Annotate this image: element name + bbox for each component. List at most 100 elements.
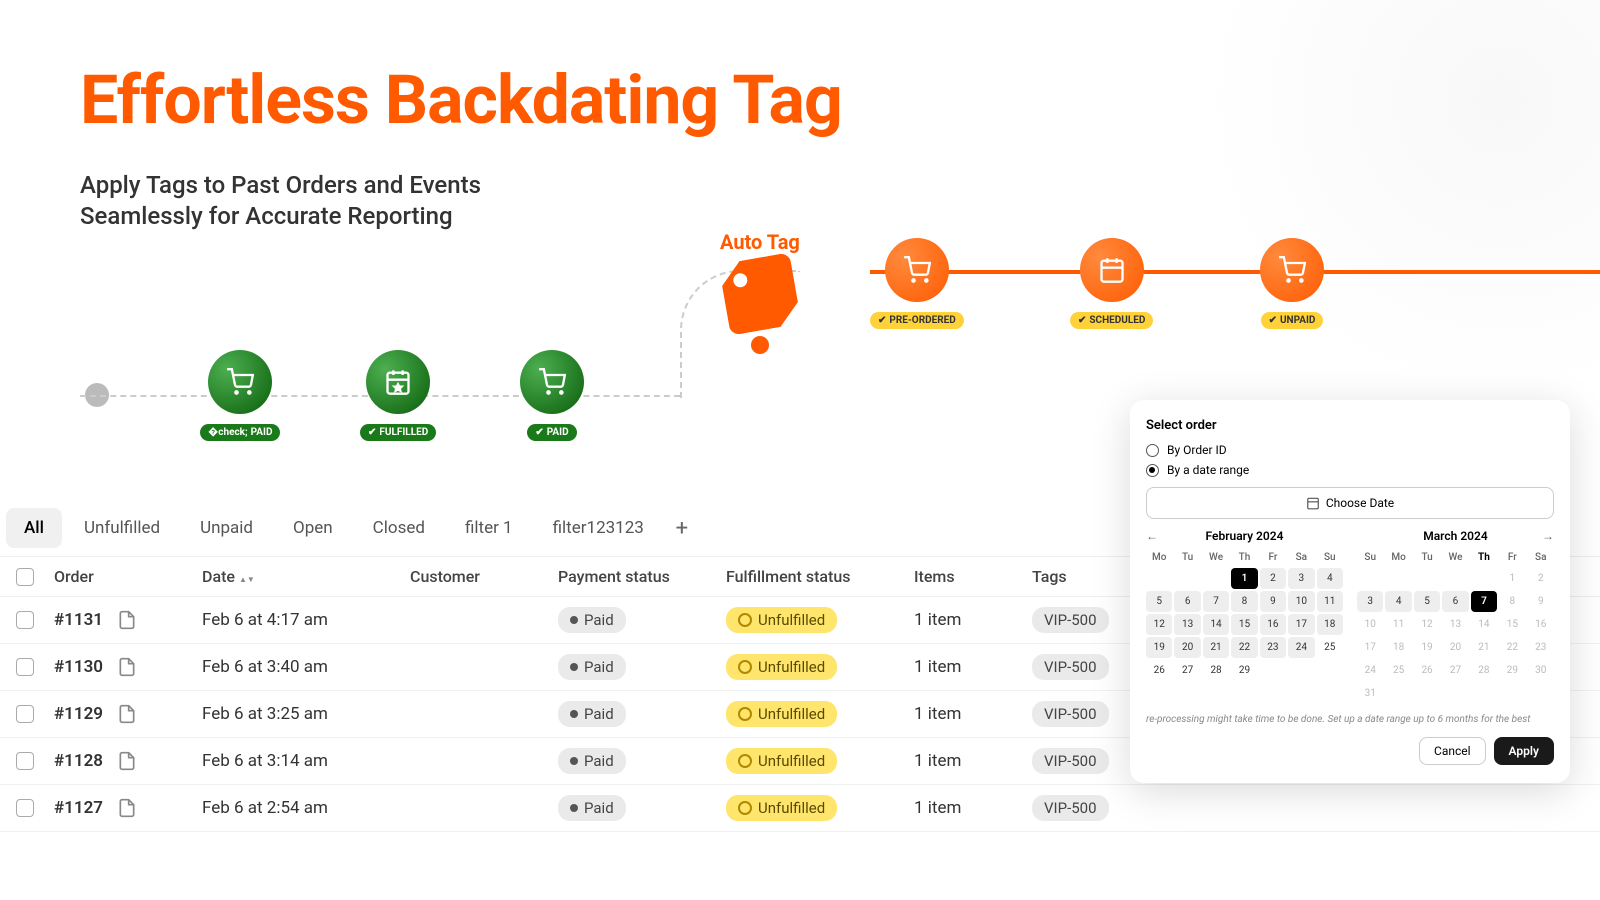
select-all-checkbox[interactable]: [16, 568, 34, 586]
row-checkbox[interactable]: [16, 752, 34, 770]
calendar-day[interactable]: 15: [1231, 614, 1257, 635]
note-icon[interactable]: [117, 657, 137, 677]
note-icon[interactable]: [117, 704, 137, 724]
col-date[interactable]: Date▲▼: [202, 567, 402, 586]
calendar-day[interactable]: 3: [1288, 568, 1314, 589]
calendar-day[interactable]: 19: [1146, 637, 1172, 658]
calendar-day[interactable]: 8: [1231, 591, 1257, 612]
calendar-day[interactable]: 10: [1357, 614, 1383, 635]
calendar-day[interactable]: 16: [1528, 614, 1554, 635]
tab-closed[interactable]: Closed: [355, 508, 443, 548]
row-checkbox[interactable]: [16, 705, 34, 723]
row-checkbox[interactable]: [16, 658, 34, 676]
apply-button[interactable]: Apply: [1494, 737, 1554, 765]
order-id[interactable]: #1130: [54, 657, 194, 677]
calendar-day[interactable]: 20: [1174, 637, 1200, 658]
calendar-day[interactable]: 27: [1174, 660, 1200, 681]
calendar-day[interactable]: 23: [1528, 637, 1554, 658]
calendar-day[interactable]: 22: [1231, 637, 1257, 658]
calendar-day[interactable]: 25: [1317, 637, 1343, 658]
col-payment[interactable]: Payment status: [558, 567, 718, 586]
tab-open[interactable]: Open: [275, 508, 351, 548]
calendar-day[interactable]: 10: [1288, 591, 1314, 612]
calendar-day[interactable]: 13: [1442, 614, 1468, 635]
calendar-day[interactable]: 16: [1260, 614, 1286, 635]
calendar-day[interactable]: 28: [1471, 660, 1497, 681]
order-id[interactable]: #1131: [54, 610, 194, 630]
tab-unfulfilled[interactable]: Unfulfilled: [66, 508, 178, 548]
calendar-day[interactable]: 12: [1414, 614, 1440, 635]
calendar-day[interactable]: 17: [1357, 637, 1383, 658]
cancel-button[interactable]: Cancel: [1419, 737, 1486, 765]
calendar-day[interactable]: 3: [1357, 591, 1383, 612]
calendar-day[interactable]: 2: [1528, 568, 1554, 589]
sort-icon[interactable]: ▲▼: [239, 577, 255, 583]
tab-filter-1[interactable]: filter 1: [447, 508, 531, 548]
row-checkbox[interactable]: [16, 799, 34, 817]
calendar-day[interactable]: 4: [1317, 568, 1343, 589]
note-icon[interactable]: [117, 751, 137, 771]
prev-month-button[interactable]: ←: [1146, 529, 1158, 543]
calendar-day[interactable]: 1: [1499, 568, 1525, 589]
radio-by-date-range[interactable]: By a date range: [1146, 463, 1554, 477]
calendar-day[interactable]: 18: [1317, 614, 1343, 635]
calendar-day[interactable]: 21: [1203, 637, 1229, 658]
tab-unpaid[interactable]: Unpaid: [182, 508, 271, 548]
calendar-day[interactable]: 28: [1203, 660, 1229, 681]
auto-tag-marker: Auto Tag: [720, 230, 800, 354]
calendar-day[interactable]: 11: [1317, 591, 1343, 612]
calendar-day[interactable]: 7: [1203, 591, 1229, 612]
calendar-day[interactable]: 2: [1260, 568, 1286, 589]
calendar-day[interactable]: 24: [1288, 637, 1314, 658]
calendar-day[interactable]: 29: [1499, 660, 1525, 681]
calendar-day[interactable]: 30: [1528, 660, 1554, 681]
calendar-day[interactable]: 20: [1442, 637, 1468, 658]
calendar-day[interactable]: 7: [1471, 591, 1497, 612]
calendar-day[interactable]: 9: [1260, 591, 1286, 612]
add-filter-button[interactable]: +: [666, 512, 698, 544]
calendar-day[interactable]: 19: [1414, 637, 1440, 658]
tab-filter123123[interactable]: filter123123: [535, 508, 662, 548]
calendar-day[interactable]: 27: [1442, 660, 1468, 681]
calendar-day[interactable]: 15: [1499, 614, 1525, 635]
calendar-day[interactable]: 26: [1146, 660, 1172, 681]
calendar-day[interactable]: 13: [1174, 614, 1200, 635]
calendar-day[interactable]: 9: [1528, 591, 1554, 612]
calendar-day[interactable]: 6: [1442, 591, 1468, 612]
col-items[interactable]: Items: [914, 567, 1024, 586]
calendar-day[interactable]: 14: [1203, 614, 1229, 635]
calendar-day[interactable]: 14: [1471, 614, 1497, 635]
calendar-day[interactable]: 25: [1385, 660, 1411, 681]
note-icon[interactable]: [117, 798, 137, 818]
order-id[interactable]: #1129: [54, 704, 194, 724]
calendar-day[interactable]: 6: [1174, 591, 1200, 612]
calendar-day[interactable]: 26: [1414, 660, 1440, 681]
calendar-day[interactable]: 11: [1385, 614, 1411, 635]
col-order[interactable]: Order: [54, 567, 194, 586]
calendar-day[interactable]: 21: [1471, 637, 1497, 658]
calendar-day[interactable]: 18: [1385, 637, 1411, 658]
calendar-day[interactable]: 8: [1499, 591, 1525, 612]
calendar-day[interactable]: 5: [1146, 591, 1172, 612]
choose-date-button[interactable]: Choose Date: [1146, 487, 1554, 519]
note-icon[interactable]: [117, 610, 137, 630]
next-month-button[interactable]: →: [1542, 529, 1554, 543]
order-id[interactable]: #1128: [54, 751, 194, 771]
calendar-day[interactable]: 1: [1231, 568, 1257, 589]
col-customer[interactable]: Customer: [410, 567, 550, 586]
calendar-day[interactable]: 29: [1231, 660, 1257, 681]
calendar-day[interactable]: 12: [1146, 614, 1172, 635]
calendar-day[interactable]: 22: [1499, 637, 1525, 658]
col-fulfillment[interactable]: Fulfillment status: [726, 567, 906, 586]
calendar-day[interactable]: 23: [1260, 637, 1286, 658]
calendar-day[interactable]: 31: [1357, 683, 1383, 704]
calendar-day[interactable]: 24: [1357, 660, 1383, 681]
table-row[interactable]: #1127Feb 6 at 2:54 amPaidUnfulfilled1 it…: [0, 785, 1600, 832]
calendar-day[interactable]: 17: [1288, 614, 1314, 635]
tab-all[interactable]: All: [6, 508, 62, 548]
calendar-day[interactable]: 5: [1414, 591, 1440, 612]
order-id[interactable]: #1127: [54, 798, 194, 818]
radio-by-order-id[interactable]: By Order ID: [1146, 443, 1554, 457]
calendar-day[interactable]: 4: [1385, 591, 1411, 612]
row-checkbox[interactable]: [16, 611, 34, 629]
